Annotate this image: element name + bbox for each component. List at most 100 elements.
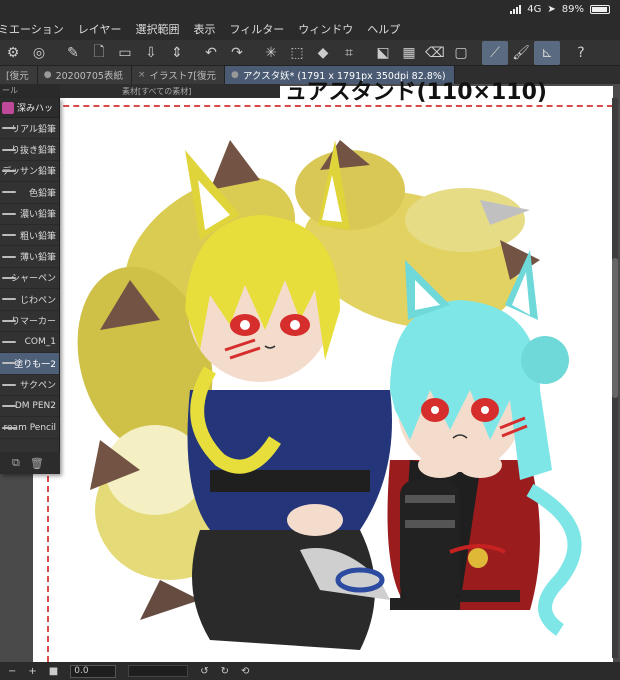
teal-cat-character: [387, 250, 582, 636]
toolbar-separator: [52, 41, 60, 65]
menu-selection[interactable]: 選択範囲: [135, 21, 179, 37]
tab-cover[interactable]: ● 20200705表紙: [37, 66, 132, 84]
brush-item[interactable]: サクペン: [0, 375, 59, 397]
redo-icon[interactable]: ↷: [224, 41, 250, 65]
trash-icon[interactable]: 🗑: [30, 457, 44, 470]
pen-pressure-icon[interactable]: ⟋: [482, 40, 508, 65]
toolbar-separator: [250, 41, 258, 65]
brush-item[interactable]: リアル鉛筆: [0, 118, 59, 140]
command-bar: ⚙ ◎ ✎ 🗋 ▭ ⇩ ⇕ ↶ ↷ ✳ ⬚ ◆ ⌗ ⬕ ▦ ⌫ ▢ ⟋ 🖌 ⊾ …: [0, 40, 620, 66]
brush-stroke-icon: [2, 234, 16, 237]
status-bar: 4G ➤ 89%: [0, 0, 620, 18]
crop-icon[interactable]: ⌗: [336, 41, 362, 65]
checker-icon[interactable]: ▦: [396, 41, 422, 65]
brush-item[interactable]: COM_1: [0, 332, 59, 354]
brush-stroke-icon: [2, 383, 16, 386]
brush-item[interactable]: りマーカー: [0, 311, 59, 332]
square-icon[interactable]: ■: [49, 666, 58, 677]
reset-rotation-icon[interactable]: ⟲: [241, 666, 249, 677]
brush-panel-header[interactable]: 深みハッ: [0, 98, 59, 118]
zoom-in-icon[interactable]: +: [28, 666, 36, 677]
material-panel-header: 素材[すべての素材]: [60, 84, 280, 98]
open-folder-icon[interactable]: ▭: [112, 41, 138, 65]
toolbar-separator: [474, 41, 482, 65]
menu-filter[interactable]: フィルター: [229, 21, 284, 37]
location-icon: ➤: [547, 3, 556, 15]
guide-line-horizontal: [33, 105, 613, 107]
hide-selection-icon[interactable]: ⬕: [370, 41, 396, 65]
settings-sliders-icon[interactable]: ⚙: [0, 41, 26, 65]
duplicate-icon[interactable]: ⧉: [12, 456, 20, 470]
brush-item[interactable]: デッサン鉛筆: [0, 161, 59, 183]
toolbar-separator: [362, 41, 370, 65]
rotation-slider[interactable]: [128, 665, 189, 677]
scrollbar-thumb[interactable]: [612, 258, 618, 398]
frame-icon[interactable]: ▢: [448, 41, 474, 65]
brush-stroke-icon: [2, 276, 16, 279]
battery-icon: [590, 4, 610, 14]
help-icon[interactable]: ?: [568, 41, 594, 65]
menu-view[interactable]: 表示: [193, 21, 215, 37]
arrows-updown-icon[interactable]: ⇕: [164, 41, 190, 65]
tab-illust7[interactable]: × イラスト7[復元: [131, 66, 226, 84]
brush-stroke-icon: [2, 148, 16, 151]
brush-stroke-icon: [2, 319, 16, 322]
ruler-icon[interactable]: ⊾: [534, 40, 560, 65]
brush-stroke-icon: [2, 169, 16, 172]
brush-stroke-icon: [2, 341, 16, 344]
tab-restored[interactable]: [復元: [0, 66, 38, 84]
brush-item[interactable]: 粗い鉛筆: [0, 225, 59, 247]
battery-label: 89%: [561, 3, 584, 15]
fill-icon[interactable]: ◆: [310, 41, 336, 65]
loading-spin-icon[interactable]: ✳: [258, 41, 284, 65]
brush-item[interactable]: り抜き鉛筆: [0, 139, 59, 161]
menu-layer[interactable]: レイヤー: [78, 21, 122, 37]
bottom-bar: − + ■ 0.0 ↺ ↻ ⟲: [0, 662, 620, 680]
toolbar-separator: [560, 41, 568, 65]
layers-circle-icon[interactable]: ◎: [26, 41, 52, 65]
brush-stroke-icon: [2, 298, 16, 301]
illustration: [77, 140, 582, 650]
brush-stroke-icon: [2, 405, 16, 408]
canvas-scrollbar[interactable]: [612, 98, 618, 658]
brush-item[interactable]: 色鉛筆: [0, 182, 59, 204]
transform-icon[interactable]: ⬚: [284, 41, 310, 65]
brush-item-selected[interactable]: 塗りも一2: [0, 353, 59, 375]
export-icon[interactable]: ⇩: [138, 41, 164, 65]
brush-panel: 深みハッ リアル鉛筆 り抜き鉛筆 デッサン鉛筆 色鉛筆 濃い鉛筆 粗い鉛筆 薄い…: [0, 98, 60, 474]
pen-icon[interactable]: ✎: [60, 41, 86, 65]
brush-panel-footer: ⧉ 🗑: [0, 452, 60, 474]
brush-item[interactable]: 濃い鉛筆: [0, 204, 59, 225]
tab-dot-icon: ●: [231, 70, 239, 80]
tab-dot-icon: ●: [43, 70, 52, 80]
brush-stroke-icon: [2, 191, 16, 194]
brush-item[interactable]: DM PEN2: [0, 396, 59, 418]
signal-icon: [510, 4, 522, 14]
new-file-icon[interactable]: 🗋: [86, 41, 112, 65]
brush-item[interactable]: じわペン: [0, 289, 59, 311]
rotate-left-icon[interactable]: ↺: [200, 666, 208, 677]
rotate-right-icon[interactable]: ↻: [221, 666, 229, 677]
brush-stroke-icon: [2, 255, 16, 258]
menu-help[interactable]: ヘルプ: [367, 21, 400, 37]
tool-panel-title: ール: [0, 84, 60, 98]
menu-animation[interactable]: ミエーション: [0, 21, 64, 37]
brush-item[interactable]: ream Pencil: [0, 417, 59, 439]
brush-item[interactable]: 薄い鉛筆: [0, 246, 59, 268]
network-label: 4G: [527, 3, 542, 15]
brush-stroke-icon: [2, 212, 16, 215]
eraser-icon[interactable]: ⌫: [422, 41, 448, 65]
close-icon[interactable]: ×: [138, 70, 146, 80]
brush-item[interactable]: シャーペン: [0, 268, 59, 290]
zoom-out-icon[interactable]: −: [8, 666, 16, 677]
canvas-title-text: ュアスタンド(110×110): [285, 80, 547, 105]
brush-stroke-icon: [2, 426, 16, 429]
brush-group-icon: [2, 101, 14, 114]
brush-stroke-icon: [2, 127, 16, 130]
undo-icon[interactable]: ↶: [198, 41, 224, 65]
menu-bar: ミエーション レイヤー 選択範囲 表示 フィルター ウィンドウ ヘルプ: [0, 18, 620, 40]
toolbar-separator: [190, 41, 198, 65]
brush-stroke-icon[interactable]: 🖌: [508, 41, 534, 65]
menu-window[interactable]: ウィンドウ: [298, 21, 353, 37]
rotation-value[interactable]: 0.0: [70, 664, 117, 678]
